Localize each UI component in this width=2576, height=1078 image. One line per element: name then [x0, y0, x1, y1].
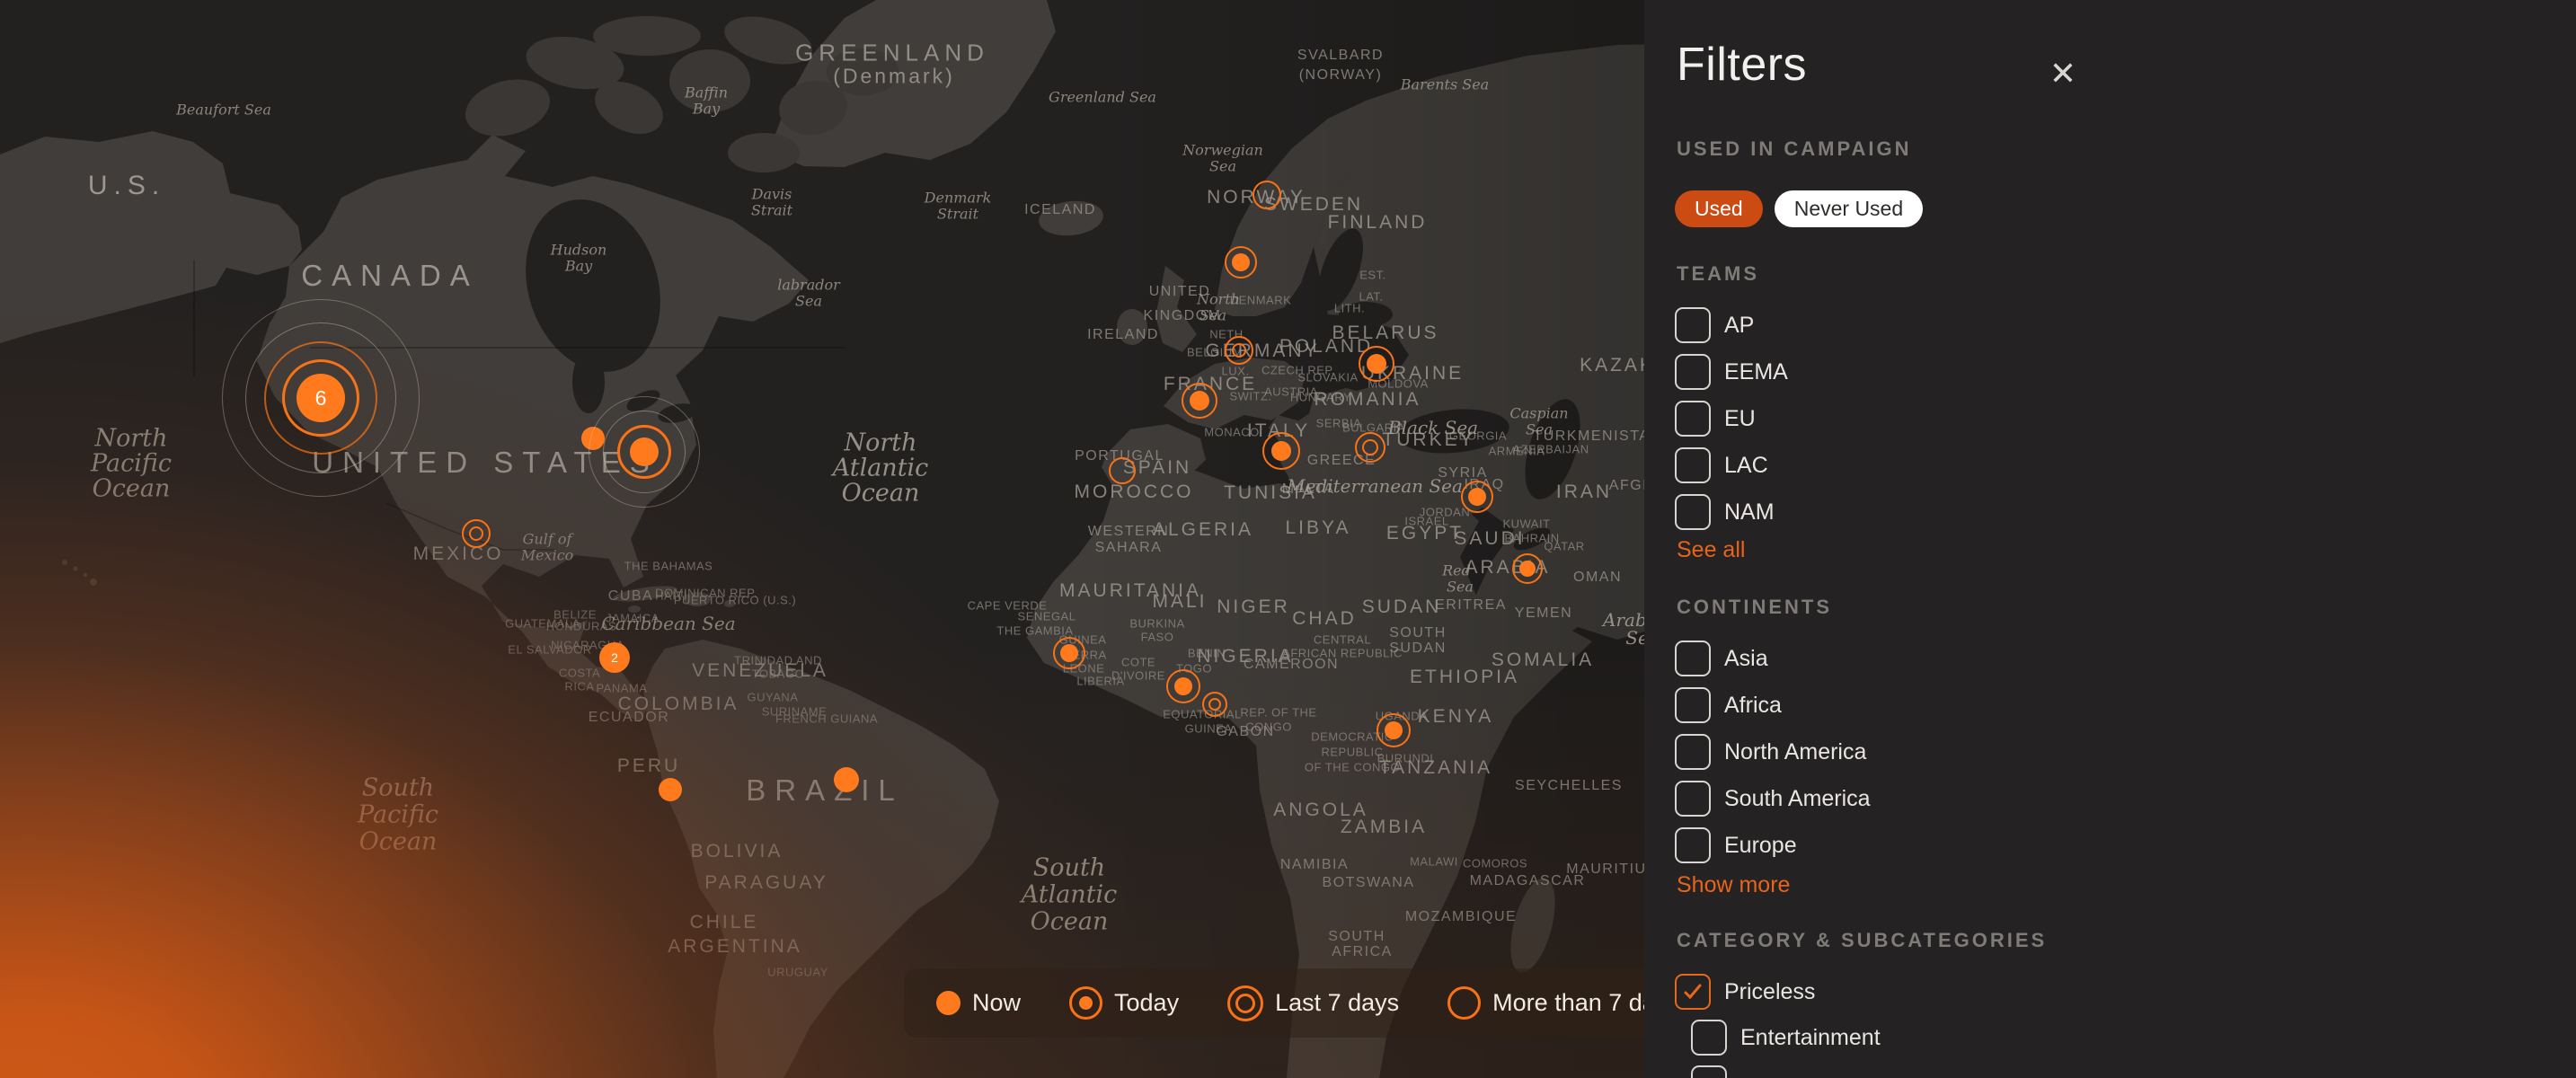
- checkbox-unchecked[interactable]: [1675, 447, 1711, 483]
- close-icon[interactable]: ✕: [2040, 50, 2086, 97]
- checkbox-label: Asia: [1724, 646, 1768, 672]
- legend-item-today[interactable]: Today: [1069, 986, 1179, 1020]
- marker-ring: [1202, 692, 1227, 717]
- checkbox-label: LAC: [1724, 453, 1768, 479]
- marker-dot: [1190, 391, 1209, 411]
- continent-checkbox-africa[interactable]: Africa: [1675, 687, 1782, 723]
- marker-ring: [1253, 181, 1281, 209]
- marker-dot: [659, 778, 682, 801]
- show-more-link[interactable]: Show more: [1677, 872, 1790, 898]
- now-icon: [936, 991, 960, 1015]
- checkbox-unchecked[interactable]: [1675, 734, 1711, 770]
- marker-ring: [1225, 336, 1253, 365]
- continent-checkbox-europe[interactable]: Europe: [1675, 827, 1797, 863]
- checkbox-label: North America: [1724, 739, 1866, 765]
- checkbox-unchecked[interactable]: [1675, 401, 1711, 437]
- checkbox-unchecked[interactable]: [1675, 827, 1711, 863]
- checkbox-label: Priceless: [1724, 979, 1815, 1005]
- campaign-map-screen: U.S.CANADAUNITED STATESBRAZILGREENLAND(D…: [0, 0, 2576, 1078]
- legend-item-older[interactable]: More than 7 days ago: [1447, 986, 1677, 1020]
- team-checkbox-eu[interactable]: EU: [1675, 401, 1756, 437]
- checkbox-label: NAM: [1724, 499, 1775, 526]
- continents-header: CONTINENTS: [1677, 596, 1832, 619]
- marker-ring: [462, 519, 491, 548]
- checkbox-checked[interactable]: [1675, 974, 1711, 1010]
- team-checkbox-nam[interactable]: NAM: [1675, 494, 1775, 530]
- checkbox-unchecked[interactable]: [1691, 1020, 1727, 1056]
- checkbox-label: Europe: [1724, 833, 1797, 859]
- teams-header: TEAMS: [1677, 262, 1759, 286]
- marker-dot: [834, 767, 859, 792]
- checkbox-label: EEMA: [1724, 359, 1788, 385]
- legend-item-last-7-days[interactable]: Last 7 days: [1227, 985, 1399, 1021]
- continent-checkbox-north-america[interactable]: North America: [1675, 734, 1866, 770]
- marker-ring: [1355, 432, 1385, 463]
- see-all-link[interactable]: See all: [1677, 537, 1745, 563]
- marker-dot: [1385, 721, 1403, 739]
- legend-today-label: Today: [1114, 989, 1179, 1017]
- marker-dot: [1468, 488, 1486, 506]
- legend-item-now[interactable]: Now: [936, 989, 1021, 1017]
- used-in-campaign-toggle: Used Never Used: [1675, 190, 1923, 227]
- filters-panel[interactable]: Filters ✕ USED IN CAMPAIGN Used Never Us…: [1644, 0, 2576, 1078]
- legend-now-label: Now: [972, 989, 1021, 1017]
- filters-title: Filters: [1677, 38, 1807, 92]
- never-used-pill[interactable]: Never Used: [1775, 190, 1923, 227]
- last-7-days-icon: [1227, 985, 1263, 1021]
- checkbox-unchecked[interactable]: [1675, 354, 1711, 390]
- today-icon: [1069, 986, 1102, 1020]
- marker-dot: [1232, 253, 1250, 271]
- legend-last-7-days-label: Last 7 days: [1275, 989, 1399, 1017]
- marker-dot: [1271, 441, 1291, 461]
- team-checkbox-ap[interactable]: AP: [1675, 307, 1754, 343]
- used-pill[interactable]: Used: [1675, 190, 1763, 227]
- team-checkbox-lac[interactable]: LAC: [1675, 447, 1768, 483]
- checkbox-label: South America: [1724, 786, 1871, 812]
- checkbox-unchecked[interactable]: [1675, 781, 1711, 817]
- marker-count: 6: [297, 374, 345, 422]
- marker-dot: [630, 437, 659, 466]
- marker-dot: [1060, 644, 1078, 662]
- marker-dot: [1367, 354, 1386, 374]
- marker-count: 2: [599, 642, 630, 673]
- checkbox-unchecked[interactable]: [1675, 307, 1711, 343]
- checkbox-label: EU: [1724, 406, 1756, 432]
- team-checkbox-eema[interactable]: EEMA: [1675, 354, 1788, 390]
- continent-checkbox-south-america[interactable]: South America: [1675, 781, 1871, 817]
- category-checkbox-priceless[interactable]: Priceless: [1675, 974, 1815, 1010]
- checkbox-unchecked[interactable]: [1675, 641, 1711, 676]
- category-checkbox-entertainment[interactable]: Entertainment: [1691, 1020, 1881, 1056]
- checkbox-label: AP: [1724, 313, 1754, 339]
- category-checkbox-row[interactable]: [1691, 1065, 1727, 1078]
- marker-dot: [1174, 677, 1192, 695]
- checkbox-unchecked[interactable]: [1675, 687, 1711, 723]
- checkbox-label: Entertainment: [1740, 1025, 1881, 1051]
- continent-checkbox-asia[interactable]: Asia: [1675, 641, 1768, 676]
- category-header: CATEGORY & SUBCATEGORIES: [1677, 929, 2047, 952]
- checkbox-unchecked[interactable]: [1691, 1065, 1727, 1078]
- checkbox-label: Africa: [1724, 693, 1782, 719]
- marker-ring: [1109, 457, 1136, 484]
- more-than-7-days-icon: [1447, 986, 1481, 1020]
- map-legend: Now Today Last 7 days More than 7 days a…: [904, 968, 1677, 1038]
- checkbox-unchecked[interactable]: [1675, 494, 1711, 530]
- marker-dot: [1519, 561, 1536, 577]
- used-in-campaign-header: USED IN CAMPAIGN: [1677, 137, 1912, 161]
